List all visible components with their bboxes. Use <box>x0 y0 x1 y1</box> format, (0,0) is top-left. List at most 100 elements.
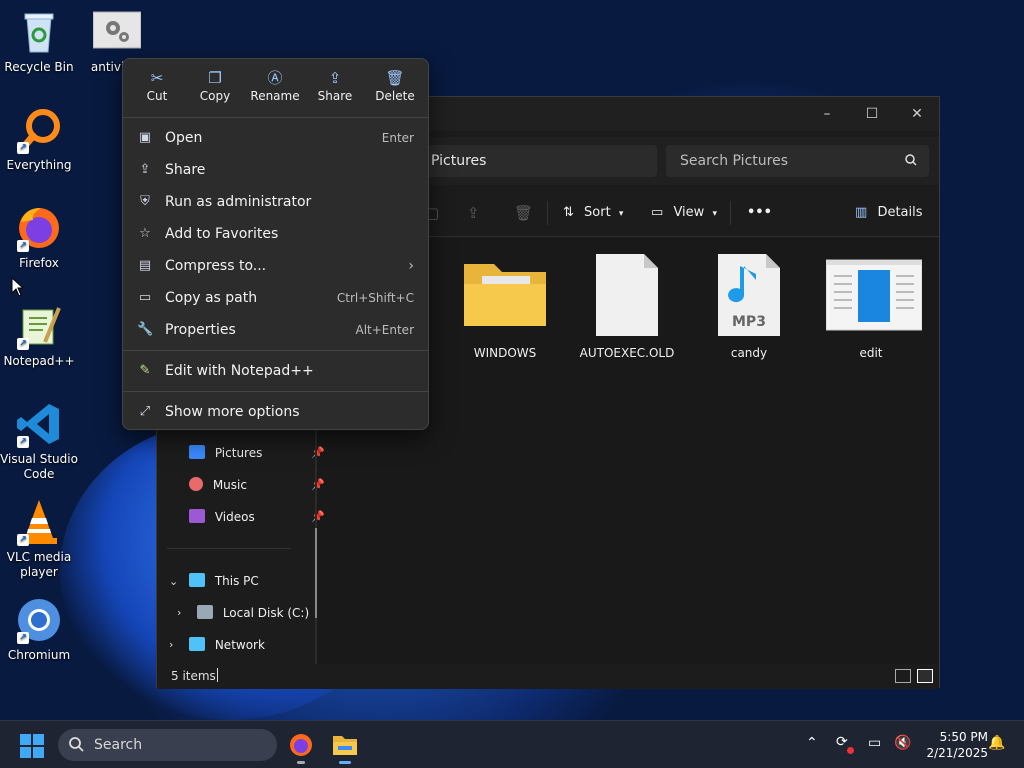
sync-icon[interactable]: ⟳ <box>836 734 848 750</box>
chevron-right-icon[interactable]: › <box>169 638 173 651</box>
desktop-icon-label: Everything <box>6 158 72 172</box>
chevron-down-icon[interactable]: ⌄ <box>169 575 178 588</box>
pictures-icon <box>189 445 205 459</box>
quick-action-label: Share <box>317 89 353 103</box>
menu-item-run-as-admin[interactable]: ⛨ Run as administrator <box>129 187 424 217</box>
details-button[interactable]: ▥ Details <box>855 201 923 225</box>
chevron-down-icon: ▾ <box>618 209 624 219</box>
more-options-button[interactable]: ••• <box>747 201 772 225</box>
file-item-autoexec[interactable]: AUTOEXEC.OLD <box>571 254 683 360</box>
desktop-icon-everything[interactable]: ↗ Everything <box>0 106 78 173</box>
quick-action-label: Copy <box>199 89 231 103</box>
computer-icon <box>189 573 205 587</box>
address-bar[interactable]: Pictures <box>419 145 657 177</box>
nav-label: Pictures <box>214 446 263 460</box>
nav-label: This PC <box>214 574 259 588</box>
large-icons-view-icon[interactable] <box>917 669 933 683</box>
clock-date: 2/21/2025 <box>926 746 988 760</box>
file-item-windows[interactable]: WINDOWS <box>449 254 561 360</box>
chevron-up-icon[interactable]: ⌃ <box>806 735 818 751</box>
view-label: View <box>673 205 705 220</box>
mouse-cursor-icon <box>11 276 25 300</box>
menu-label: Show more options <box>165 404 300 420</box>
clock[interactable]: 5:50 PM 2/21/2025 <box>918 729 988 761</box>
minimize-button[interactable]: – <box>812 103 842 125</box>
sort-icon: ⇅ <box>563 205 574 220</box>
cut-button[interactable]: ✂ Cut <box>129 67 185 113</box>
shortcut-arrow-icon: ↗ <box>17 534 29 546</box>
menu-item-edit-notepadpp[interactable]: ✎ Edit with Notepad++ <box>129 356 424 386</box>
scrollbar-thumb[interactable] <box>315 528 317 618</box>
videos-icon <box>189 509 205 523</box>
desktop-icon-vlc[interactable]: ↗ VLC media player <box>0 498 78 580</box>
share-quick-button[interactable]: ⇪ Share <box>307 67 363 113</box>
copy-button[interactable]: ❐ Copy <box>187 67 243 113</box>
notepadpp-icon: ↗ <box>15 302 63 350</box>
desktop-icon-vscode[interactable]: ↗ Visual Studio Code <box>0 400 78 482</box>
menu-item-properties[interactable]: 🔧 Properties Alt+Enter <box>129 315 424 345</box>
maximize-button[interactable]: ☐ <box>857 103 887 125</box>
taskbar-firefox[interactable] <box>288 732 314 764</box>
taskbar-search-label: Search <box>94 737 143 753</box>
nav-item-this-pc[interactable]: This PC <box>189 570 307 592</box>
volume-muted-icon[interactable]: 🔇 <box>894 735 911 751</box>
menu-shortcut: Enter <box>381 131 414 145</box>
notification-bell-icon[interactable]: 🔔 <box>988 735 1005 751</box>
nav-divider <box>167 548 291 549</box>
desktop-icon-label: Chromium <box>7 648 71 662</box>
menu-shortcut: Alt+Enter <box>355 323 414 337</box>
share-icon: ⇪ <box>467 204 480 222</box>
menu-label: Copy as path <box>165 290 258 306</box>
menu-label: Add to Favorites <box>165 226 279 242</box>
nav-item-network[interactable]: Network <box>189 634 307 656</box>
desktop-icon-label: Visual Studio Code <box>0 452 78 481</box>
search-pictures-input[interactable]: Search Pictures <box>666 145 929 177</box>
desktop-icon-label: VLC media player <box>6 550 72 579</box>
desktop: Recycle Bin antivirus ↗ Everything ↗ Fir… <box>0 0 1024 720</box>
rename-button[interactable]: Ⓐ Rename <box>247 67 303 113</box>
desktop-icon-label: Recycle Bin <box>4 60 74 74</box>
desktop-icon-label: Firefox <box>19 256 59 270</box>
menu-item-show-more-options[interactable]: ⤢ Show more options <box>129 397 424 427</box>
menu-item-open[interactable]: ▣ Open Enter <box>129 123 424 153</box>
search-icon <box>68 729 84 768</box>
taskbar: Search ⌃ ⟳ ▭ 🔇 5:50 PM 2/21/2025 🔔 <box>0 720 1024 768</box>
nav-item-music[interactable]: Music 📌 <box>189 474 325 496</box>
details-pane-icon: ▥ <box>855 205 868 220</box>
sort-button[interactable]: ⇅ Sort ▾ <box>563 201 623 225</box>
nav-item-pictures[interactable]: Pictures 📌 <box>189 442 325 464</box>
desktop-icon-notepadpp[interactable]: ↗ Notepad++ <box>0 302 78 369</box>
text-caret <box>217 668 218 682</box>
address-path: Pictures <box>431 153 487 169</box>
close-button[interactable]: ✕ <box>902 103 932 125</box>
menu-item-share[interactable]: ⇪ Share <box>129 155 424 185</box>
file-item-edit[interactable]: edit <box>815 254 927 360</box>
menu-label: Edit with Notepad++ <box>165 363 314 379</box>
view-button[interactable]: ▭ View ▾ <box>651 201 717 225</box>
shield-icon: ⛨ <box>140 194 150 209</box>
nav-label: Local Disk (C:) <box>222 606 310 620</box>
menu-separator <box>123 117 428 118</box>
vscode-icon: ↗ <box>15 400 63 448</box>
taskbar-file-explorer[interactable] <box>332 732 358 764</box>
details-view-icon[interactable] <box>895 669 911 683</box>
delete-button[interactable]: 🗑 Delete <box>367 67 423 113</box>
search-placeholder: Search Pictures <box>680 153 788 169</box>
file-item-candy[interactable]: MP3 candy <box>693 254 805 360</box>
desktop-icon-firefox[interactable]: ↗ Firefox <box>0 204 78 271</box>
start-button[interactable] <box>20 734 44 761</box>
menu-item-copy-as-path[interactable]: ▭ Copy as path Ctrl+Shift+C <box>129 283 424 313</box>
chevron-right-icon[interactable]: › <box>177 606 181 619</box>
desktop-icon-chromium[interactable]: ↗ Chromium <box>0 596 78 663</box>
taskbar-search[interactable]: Search <box>58 729 277 761</box>
firefox-icon: ↗ <box>15 204 63 252</box>
network-icon[interactable]: ▭ <box>868 735 881 751</box>
menu-item-add-favorites[interactable]: ☆ Add to Favorites <box>129 219 424 249</box>
shortcut-arrow-icon: ↗ <box>17 240 29 252</box>
nav-item-local-disk[interactable]: Local Disk (C:) <box>197 602 312 624</box>
desktop-icon-recycle-bin[interactable]: Recycle Bin <box>0 8 78 75</box>
expand-icon: ⤢ <box>139 404 151 419</box>
folder-icon <box>333 736 357 755</box>
nav-item-videos[interactable]: Videos 📌 <box>189 506 325 528</box>
menu-item-compress[interactable]: ▤ Compress to... › <box>129 251 424 281</box>
